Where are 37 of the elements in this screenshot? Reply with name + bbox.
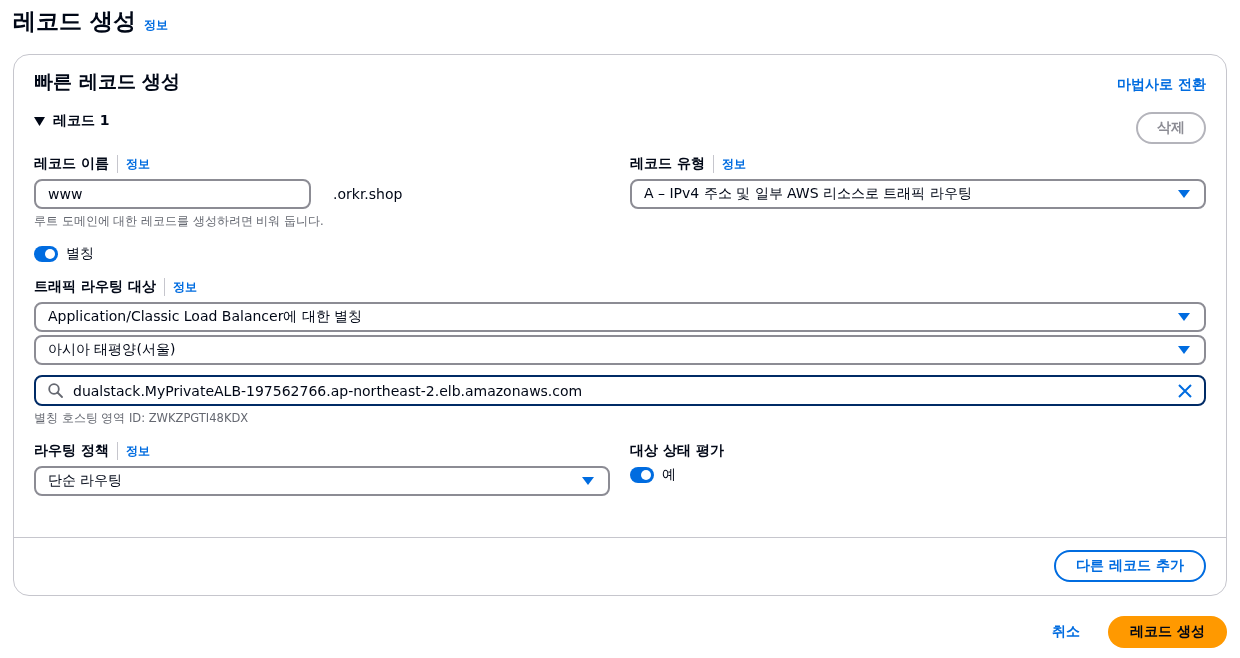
info-link[interactable]: 정보 <box>163 278 197 296</box>
caret-icon <box>1178 313 1190 321</box>
caret-icon <box>582 477 594 485</box>
field-label: 트래픽 라우팅 대상 <box>34 278 156 296</box>
toggle-label: 예 <box>662 466 676 484</box>
page-title: 레코드 생성 <box>13 7 136 36</box>
record-name-input[interactable]: www <box>34 179 311 209</box>
caret-icon <box>1178 346 1190 354</box>
search-field[interactable]: dualstack.MyPrivateALB-197562766.ap-northeast-2.elb.amazonaws.com <box>34 375 1206 406</box>
dropdown-select[interactable]: 단순 라우팅 <box>34 466 610 496</box>
add-record-button[interactable]: 다른 레코드 추가 <box>1054 550 1206 582</box>
info-link[interactable]: 정보 <box>144 17 168 34</box>
card-title: 빠른 레코드 생성 <box>34 69 181 94</box>
caret-icon <box>1178 190 1190 198</box>
caret-down-icon[interactable] <box>34 116 45 126</box>
hint-text: 루트 도메인에 대한 레코드를 생성하려면 비워 둡니다. <box>34 214 325 229</box>
record-heading: 레코드 1 <box>53 112 110 130</box>
toggle-switch[interactable] <box>34 246 58 262</box>
toggle-switch[interactable] <box>630 467 654 483</box>
hint-text: 별칭 호스팅 영역 ID: ZWKZPGTI48KDX <box>34 411 250 426</box>
domain-suffix: .orkr.shop <box>333 186 403 202</box>
cancel-link[interactable]: 취소 <box>1052 623 1081 641</box>
info-link[interactable]: 정보 <box>116 442 150 460</box>
field-label: 레코드 유형 <box>630 155 705 173</box>
field-label: 라우팅 정책 <box>34 442 109 460</box>
info-link[interactable]: 정보 <box>116 155 150 173</box>
field-label: 대상 상태 평가 <box>630 441 725 460</box>
info-link[interactable]: 정보 <box>712 155 746 173</box>
toggle-label: 별칭 <box>66 245 94 263</box>
dropdown-select[interactable]: 아시아 태평양(서울) <box>34 335 1206 365</box>
dropdown-select[interactable]: Application/Classic Load Balancer에 대한 별칭 <box>34 302 1206 332</box>
dropdown-select[interactable]: A – IPv4 주소 및 일부 AWS 리소스로 트래픽 라우팅 <box>630 179 1206 209</box>
close-icon[interactable] <box>1178 383 1192 398</box>
field-label: 레코드 이름 <box>34 155 109 173</box>
search-icon <box>48 383 63 398</box>
create-record-button[interactable]: 레코드 생성 <box>1108 616 1227 648</box>
wizard-link[interactable]: 마법사로 전환 <box>1117 76 1206 94</box>
